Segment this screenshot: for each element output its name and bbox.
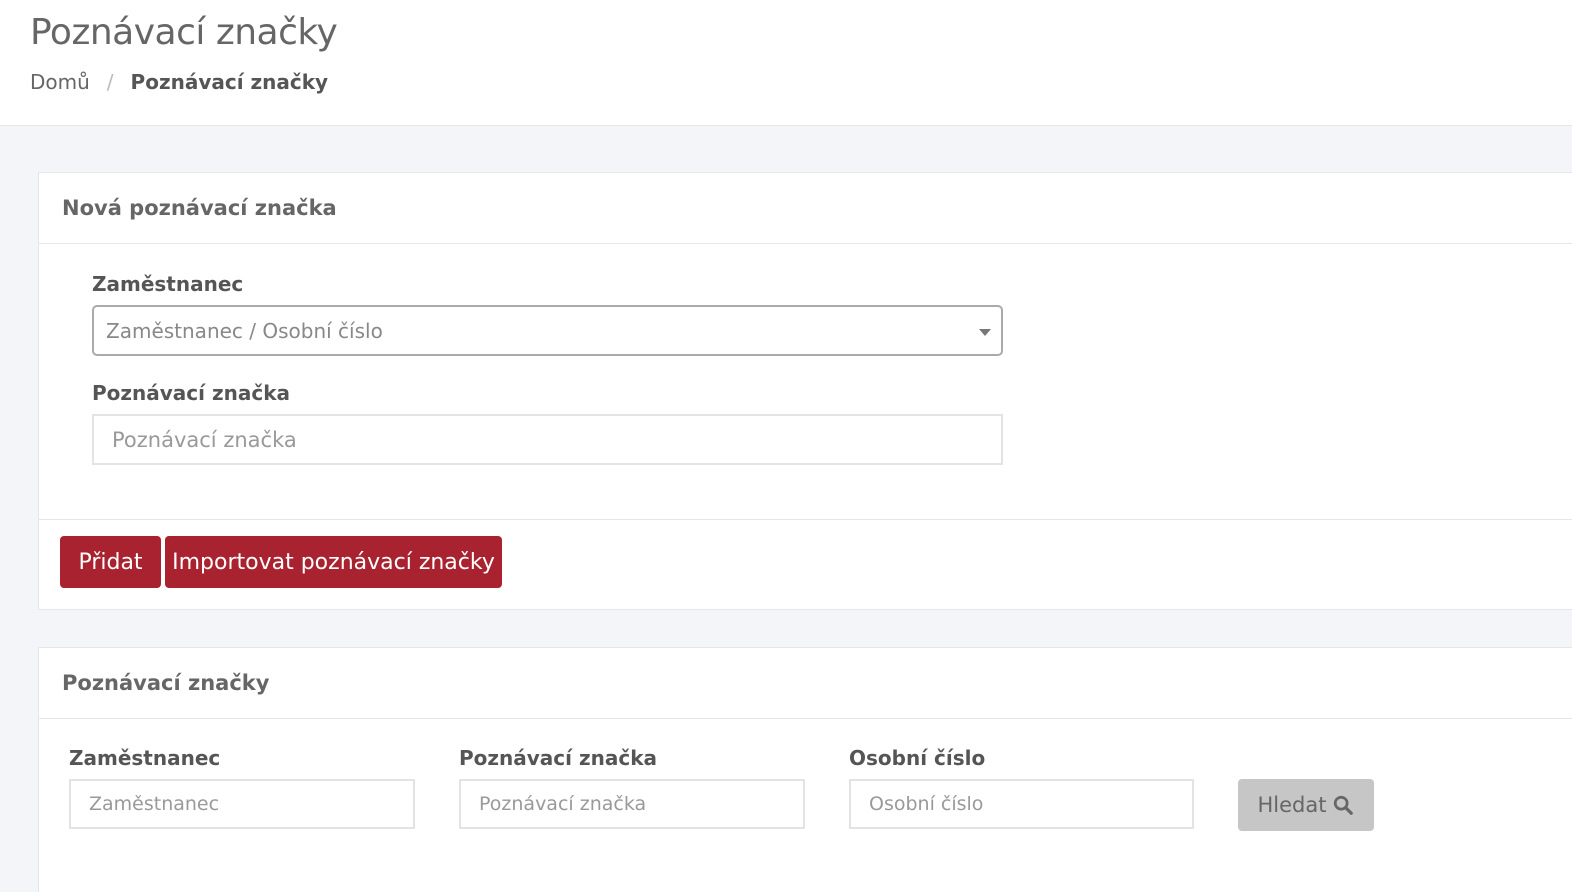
breadcrumb-separator: / bbox=[106, 70, 114, 94]
plates-list-panel-heading: Poznávací značky bbox=[39, 648, 1572, 719]
plate-label: Poznávací značka bbox=[92, 381, 291, 405]
plates-list-panel: Poznávací značky Zaměstnanec Zaměstnanec… bbox=[38, 647, 1572, 892]
search-button-label: Hledat bbox=[1257, 793, 1327, 817]
breadcrumb-home-link[interactable]: Domů bbox=[30, 70, 90, 94]
filter-employee-label: Zaměstnanec bbox=[69, 746, 221, 770]
filter-plate-input[interactable]: Poznávací značka bbox=[459, 779, 805, 829]
page-header: Poznávací značky Domů / Poznávací značky bbox=[0, 0, 1572, 126]
import-plates-button[interactable]: Importovat poznávací značky bbox=[165, 536, 502, 588]
add-button[interactable]: Přidat bbox=[60, 536, 161, 588]
filter-plate-placeholder: Poznávací značka bbox=[479, 793, 647, 815]
filter-personal-number-label: Osobní číslo bbox=[849, 746, 986, 770]
filter-employee-input[interactable]: Zaměstnanec bbox=[69, 779, 415, 829]
filter-plate-label: Poznávací značka bbox=[459, 746, 658, 770]
employee-label: Zaměstnanec bbox=[92, 272, 244, 296]
filter-personal-number-placeholder: Osobní číslo bbox=[869, 793, 984, 815]
breadcrumb-current: Poznávací značky bbox=[130, 70, 329, 94]
plate-input-placeholder: Poznávací značka bbox=[112, 427, 297, 452]
page-title: Poznávací značky bbox=[30, 12, 338, 53]
filter-employee-placeholder: Zaměstnanec bbox=[89, 793, 220, 815]
new-plate-panel-heading: Nová poznávací značka bbox=[39, 173, 1572, 244]
new-plate-panel-footer: Přidat Importovat poznávací značky bbox=[39, 519, 1572, 611]
employee-select[interactable]: Zaměstnanec / Osobní číslo bbox=[92, 305, 1003, 356]
search-button[interactable]: Hledat bbox=[1238, 779, 1374, 831]
plate-input[interactable]: Poznávací značka bbox=[92, 414, 1003, 465]
filter-personal-number-input[interactable]: Osobní číslo bbox=[849, 779, 1194, 829]
search-icon bbox=[1334, 795, 1354, 815]
breadcrumb: Domů / Poznávací značky bbox=[30, 70, 328, 94]
employee-select-placeholder: Zaměstnanec / Osobní číslo bbox=[106, 318, 383, 343]
chevron-down-icon bbox=[979, 329, 991, 336]
new-plate-panel: Nová poznávací značka Zaměstnanec Zaměst… bbox=[38, 172, 1572, 610]
